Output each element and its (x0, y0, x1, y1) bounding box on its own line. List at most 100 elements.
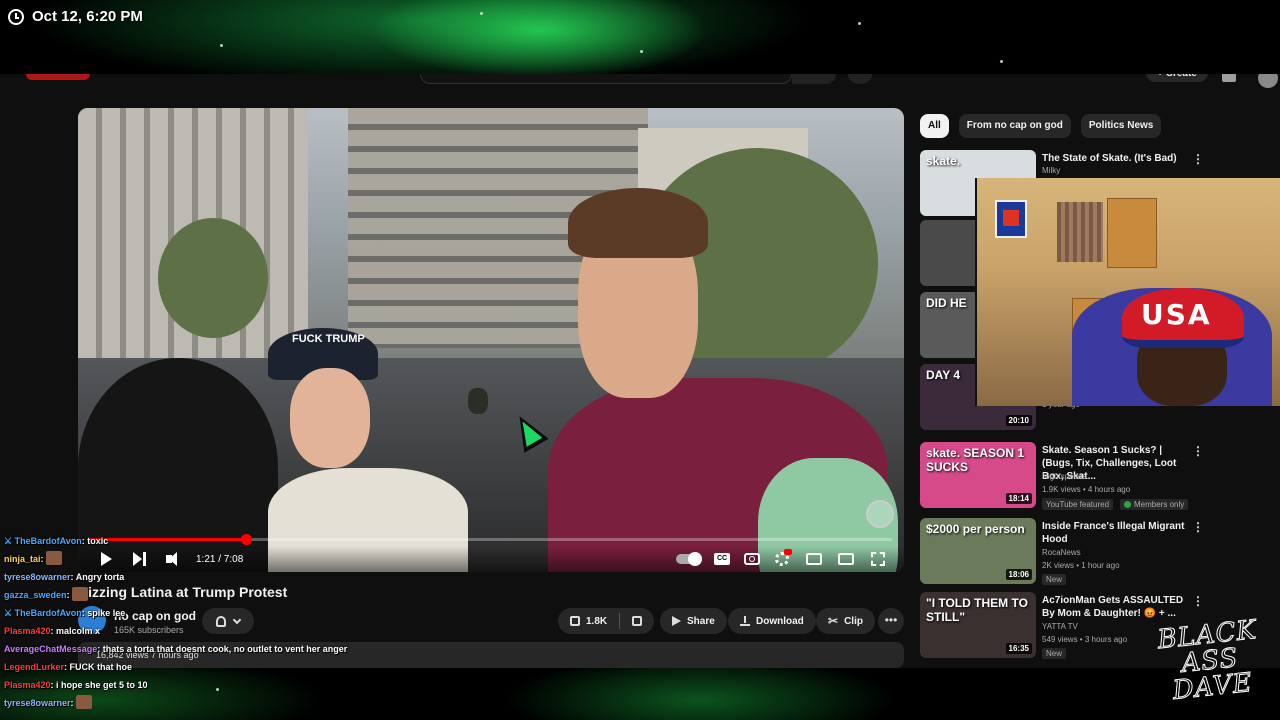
chat-text: spike lee (87, 608, 126, 618)
stream-chat-overlay: ⚔ TheBardofAvon: toxic ninja_tai: tyrese8… (4, 532, 504, 712)
chat-text: malcolm x (56, 626, 101, 636)
thumbnail-text: $2000 per person (926, 522, 1025, 536)
recommendation-thumbnail[interactable]: $2000 per person 18:06 (920, 518, 1036, 584)
star (1000, 60, 1003, 63)
emote-icon (46, 551, 63, 565)
clip-button[interactable]: ✂ Clip (816, 608, 875, 634)
chat-username: Plasma420 (4, 680, 51, 690)
search-input[interactable] (420, 74, 792, 84)
scissors-icon: ✂ (828, 614, 839, 628)
members-only-badge: Members only (1120, 499, 1189, 510)
video-player[interactable]: FUCK TRUMP 1:21 / 7:08 CC (78, 108, 904, 572)
star (640, 50, 643, 53)
sword-badge-icon: ⚔ (4, 536, 15, 546)
chat-message: ninja_tai: (4, 550, 504, 568)
chat-message: gazza_sweden: (4, 586, 504, 604)
recommendation-meta: 549 views • 3 hours ago (1042, 635, 1128, 644)
chat-message: LegendLurker: FUCK that hoe (4, 662, 133, 672)
star (858, 22, 861, 25)
chat-message: Plasma420: malcolm x (4, 626, 101, 636)
chat-message: ⚔ TheBardofAvon: toxic (4, 536, 109, 546)
recommendation-item[interactable]: $2000 per person 18:06 Inside France's Ill… (920, 518, 1280, 586)
recommendation-channel[interactable]: YATTA TV (1042, 622, 1078, 631)
chat-text: FUCK that hoe (69, 662, 133, 672)
more-options-icon[interactable]: ⋮ (1192, 520, 1204, 534)
recommendation-title[interactable]: Ac7ionMan Gets ASSAULTED By Mom & Daught… (1042, 594, 1188, 620)
dislike-icon[interactable] (632, 616, 643, 626)
youtube-header: + Create (0, 74, 1280, 88)
hat-logo-usa: USA (1141, 298, 1212, 331)
fullscreen-icon (871, 552, 885, 566)
recommendation-meta: 1.9K views • 4 hours ago (1042, 485, 1131, 494)
duration-badge: 18:14 (1005, 493, 1032, 504)
cast-button[interactable] (836, 549, 856, 569)
mic-icon[interactable] (848, 74, 872, 84)
like-icon[interactable] (570, 616, 580, 626)
captions-icon: CC (714, 553, 730, 565)
account-avatar[interactable] (1258, 74, 1278, 88)
more-actions-button[interactable]: ••• (878, 608, 904, 634)
chat-message: Plasma420: i hope she get 5 to 10 (4, 680, 148, 690)
chat-username: AverageChatMessage (4, 644, 98, 654)
more-options-icon[interactable]: ⋮ (1192, 594, 1204, 608)
channel-watermark-icon[interactable] (866, 500, 894, 528)
more-options-icon[interactable]: ⋮ (1192, 444, 1204, 458)
chat-text: toxic (87, 536, 109, 546)
like-count[interactable]: 1.8K (586, 616, 607, 627)
chip-all[interactable]: All (920, 114, 949, 138)
recommendation-channel[interactable]: Nightspeeds (1042, 472, 1086, 481)
theater-mode-button[interactable] (804, 549, 824, 569)
settings-button[interactable] (772, 549, 792, 569)
captions-button[interactable]: CC (712, 549, 732, 569)
more-options-icon[interactable]: ⋮ (1192, 152, 1204, 166)
chip-from-channel[interactable]: From no cap on god (958, 114, 1071, 138)
recommendation-channel[interactable]: Milky (1042, 166, 1060, 175)
chat-username: tyrese8owarner (4, 572, 71, 582)
hat-text: FUCK TRUMP (292, 333, 365, 345)
cast-icon (838, 553, 854, 565)
recommendation-title[interactable]: Inside France's Illegal Migrant Hood (1042, 520, 1188, 546)
share-icon (672, 616, 681, 626)
clip-label: Clip (844, 615, 863, 627)
download-icon (740, 616, 750, 626)
chip-politics-news[interactable]: Politics News (1080, 114, 1162, 138)
share-button[interactable]: Share (660, 608, 727, 634)
autoplay-toggle[interactable] (674, 549, 702, 569)
download-label: Download (756, 615, 804, 627)
fullscreen-button[interactable] (868, 549, 888, 569)
sword-badge-icon: ⚔ (4, 608, 15, 618)
star (480, 12, 483, 15)
recommendation-title[interactable]: The State of Skate. (It's Bad) (1042, 152, 1188, 165)
chat-message: AverageChatMessage: thats a torta that d… (4, 644, 348, 654)
hd-badge (784, 549, 792, 555)
star (220, 44, 223, 47)
recommendation-channel[interactable]: RocaNews (1042, 548, 1081, 557)
like-dislike-group: 1.8K (558, 608, 655, 634)
chat-username: Plasma420 (4, 626, 51, 636)
camera-icon (744, 553, 760, 565)
duration-badge: 16:35 (1005, 643, 1032, 654)
share-label: Share (687, 615, 715, 627)
filter-chips: All From no cap on god Politics News (920, 114, 1162, 138)
thumbnail-text: DID HE (926, 296, 967, 310)
create-button[interactable]: + Create (1146, 74, 1208, 82)
gear-icon (775, 549, 792, 566)
video-frame-tree (158, 218, 268, 338)
recommendation-thumbnail[interactable]: "I TOLD THEM TO STILL" 16:35 (920, 592, 1036, 658)
chat-username: gazza_sweden (4, 590, 67, 600)
chat-username: ninja_tai (4, 554, 41, 564)
featured-badge: YouTube featured (1042, 499, 1114, 510)
wall-poster (995, 200, 1027, 238)
download-button[interactable]: Download (728, 608, 816, 634)
notifications-icon[interactable] (1222, 74, 1236, 82)
new-badge: New (1042, 574, 1067, 585)
screenshot-button[interactable] (742, 549, 762, 569)
search-button[interactable] (792, 74, 836, 84)
kitchen-cabinet (1107, 198, 1157, 268)
chat-message: ⚔ TheBardofAvon: spike lee (4, 608, 126, 618)
youtube-logo[interactable] (26, 74, 90, 80)
recommendation-thumbnail[interactable]: skate. SEASON 1 SUCKS 18:14 (920, 442, 1036, 508)
duration-badge: 18:06 (1005, 569, 1032, 580)
thumbnail-text: DAY 4 (926, 368, 961, 382)
streamer-signature-logo: BLACK ASS DAVE (1156, 615, 1259, 707)
